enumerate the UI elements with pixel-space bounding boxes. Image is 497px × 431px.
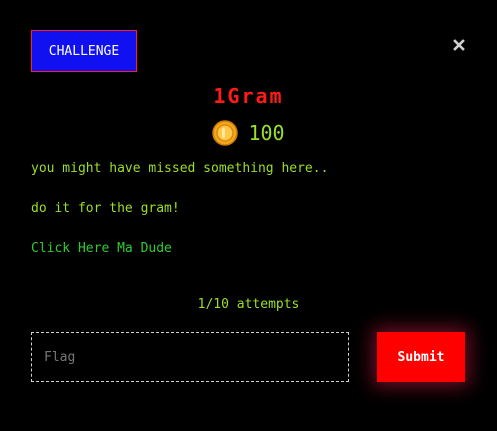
category-label: CHALLENGE <box>48 43 120 59</box>
challenge-modal: CHALLENGE 1Gram 100 you might have misse… <box>0 0 497 431</box>
attempts-counter: 1/10 attempts <box>197 297 300 312</box>
category-badge[interactable]: CHALLENGE <box>31 30 137 72</box>
challenge-link[interactable]: Click Here Ma Dude <box>31 241 172 256</box>
coin-icon <box>212 120 239 146</box>
description-line: do it for the gram! <box>31 201 180 216</box>
points-value: 100 <box>248 121 285 145</box>
challenge-title: 1Gram <box>213 84 284 108</box>
close-icon[interactable] <box>450 36 468 54</box>
flag-input[interactable] <box>31 332 349 382</box>
submit-button[interactable]: Submit <box>377 332 465 382</box>
points-row: 100 <box>0 120 497 146</box>
description-line: you might have missed something here.. <box>31 161 329 176</box>
